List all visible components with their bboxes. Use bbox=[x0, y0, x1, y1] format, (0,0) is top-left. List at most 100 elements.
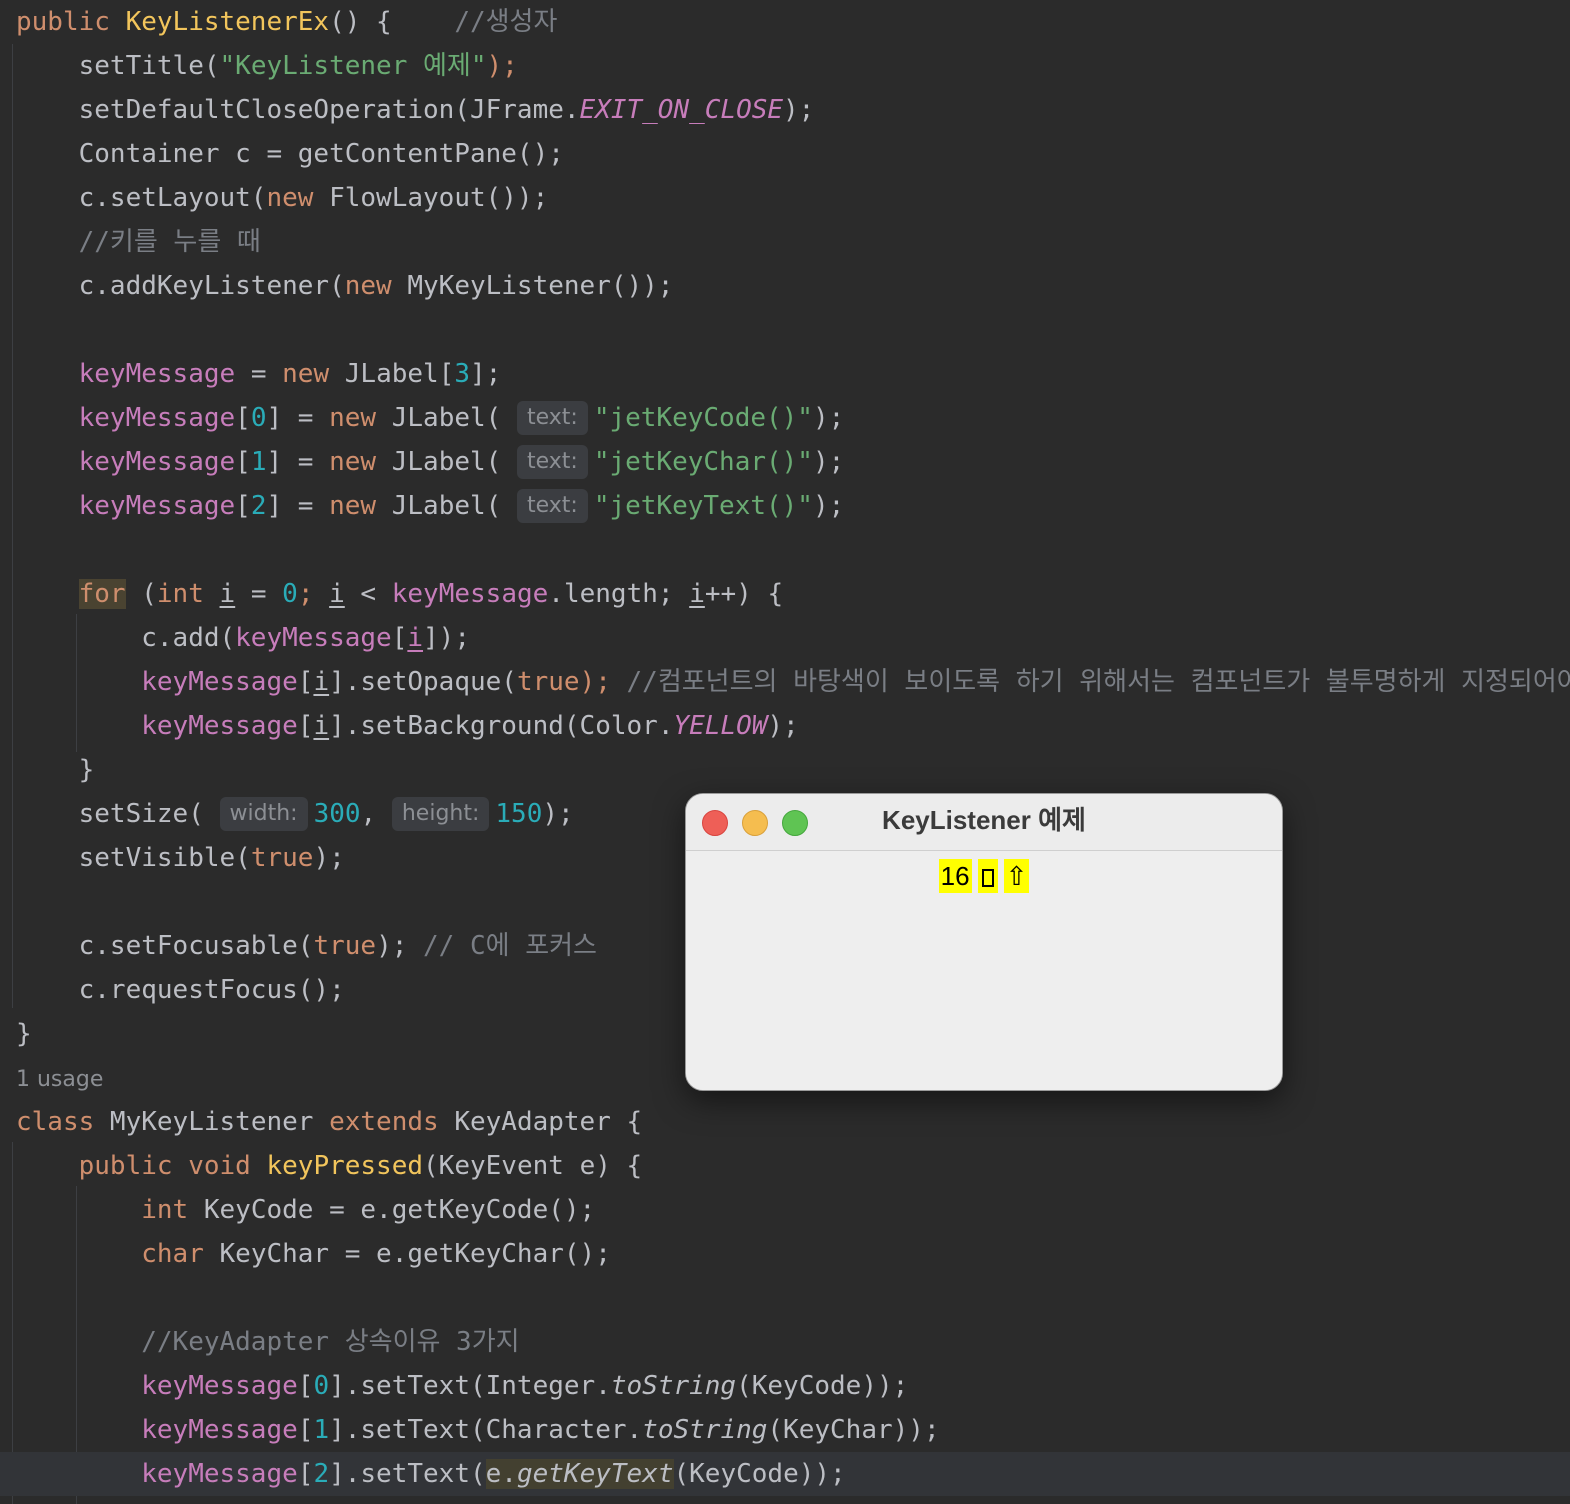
code-line[interactable]: public KeyListenerEx() { //생성자 bbox=[0, 0, 1570, 44]
code-line[interactable]: keyMessage[2] = new JLabel( text: "jetKey… bbox=[0, 484, 1570, 528]
code-text: c.add( bbox=[141, 623, 236, 653]
window-content-pane[interactable]: 16 ⇧ bbox=[686, 851, 1282, 1090]
code-text: setDefaultCloseOperation(JFrame. bbox=[78, 95, 580, 125]
number-literal: 0 bbox=[282, 579, 298, 609]
code-line[interactable]: } bbox=[0, 748, 1570, 792]
code-text: c.addKeyListener( bbox=[78, 271, 345, 301]
field-name: keyMessage bbox=[141, 1459, 298, 1489]
code-line[interactable]: for (int i = 0; i < keyMessage.length; i… bbox=[0, 572, 1570, 616]
code-text: ); bbox=[812, 447, 845, 477]
code-line[interactable]: keyMessage[0] = new JLabel( text: "jetKey… bbox=[0, 396, 1570, 440]
keyword: true bbox=[313, 931, 377, 961]
code-line[interactable]: c.add(keyMessage[i]); bbox=[0, 616, 1570, 660]
code-text: ].setBackground(Color. bbox=[329, 711, 674, 741]
method-name: keyPressed bbox=[266, 1151, 424, 1181]
code-text: () { bbox=[329, 7, 455, 37]
code-line[interactable]: keyMessage = new JLabel[3]; bbox=[0, 352, 1570, 396]
code-text: JLabel[ bbox=[329, 359, 455, 389]
code-text: ] = bbox=[266, 491, 330, 521]
comment: //KeyAdapter 상속이유 3가지 bbox=[141, 1327, 520, 1357]
number-literal: 2 bbox=[250, 491, 267, 521]
code-line[interactable]: Container c = getContentPane(); bbox=[0, 132, 1570, 176]
code-text: ); bbox=[783, 95, 815, 125]
method-call: toString bbox=[642, 1415, 768, 1445]
keylistener-window[interactable]: KeyListener 예제 16 ⇧ bbox=[685, 793, 1283, 1091]
code-text: c.requestFocus(); bbox=[78, 975, 345, 1005]
field-name: keyMessage bbox=[78, 403, 236, 433]
window-titlebar[interactable]: KeyListener 예제 bbox=[686, 794, 1282, 851]
code-line[interactable]: c.addKeyListener(new MyKeyListener()); bbox=[0, 264, 1570, 308]
keyword: new bbox=[282, 359, 330, 389]
code-line[interactable]: keyMessage[1] = new JLabel( text: "jetKey… bbox=[0, 440, 1570, 484]
string-literal: "jetKeyChar()" bbox=[593, 447, 813, 477]
field-name: keyMessage bbox=[78, 491, 236, 521]
code-line[interactable]: setTitle("KeyListener 예제"); bbox=[0, 44, 1570, 88]
usage-hint[interactable]: 1 usage bbox=[16, 1067, 103, 1092]
code-text: [ bbox=[297, 711, 314, 741]
code-text: c.setLayout( bbox=[78, 183, 267, 213]
code-line[interactable]: keyMessage[1].setText(Character.toString… bbox=[0, 1408, 1570, 1452]
number-literal: 1 bbox=[313, 1415, 330, 1445]
code-text: [ bbox=[297, 1415, 314, 1445]
code-text: ); bbox=[812, 491, 845, 521]
constructor-name: KeyListenerEx bbox=[125, 7, 330, 37]
code-text: ] = bbox=[266, 403, 330, 433]
keyword: extends bbox=[329, 1107, 439, 1137]
code-text: MyKeyListener bbox=[94, 1107, 330, 1137]
code-text: ); bbox=[313, 843, 345, 873]
loop-variable: i bbox=[689, 579, 705, 609]
code-text: ++) { bbox=[704, 579, 784, 609]
keyword: int bbox=[141, 1195, 189, 1225]
code-text: ); bbox=[486, 51, 518, 81]
code-text: JLabel( bbox=[376, 491, 517, 521]
code-line[interactable]: keyMessage[i].setBackground(Color.YELLOW… bbox=[0, 704, 1570, 748]
code-line-current[interactable]: keyMessage[2].setText(e.getKeyText(KeyCo… bbox=[0, 1452, 1570, 1496]
loop-variable: i bbox=[329, 579, 345, 609]
field-name: keyMessage bbox=[78, 359, 236, 389]
string-literal: "jetKeyText()" bbox=[593, 491, 813, 521]
code-line[interactable]: //KeyAdapter 상속이유 3가지 bbox=[0, 1320, 1570, 1364]
code-text: [ bbox=[297, 667, 314, 697]
code-text: ]; bbox=[470, 359, 502, 389]
code-text: ( bbox=[125, 579, 157, 609]
code-line[interactable]: public void keyPressed(KeyEvent e) { bbox=[0, 1144, 1570, 1188]
field-name: keyMessage bbox=[141, 1415, 298, 1445]
field-name: keyMessage bbox=[391, 579, 549, 609]
code-line[interactable]: keyMessage[i].setOpaque(true); //컴포넌트의 바… bbox=[0, 660, 1570, 704]
number-literal: 300 bbox=[313, 799, 361, 829]
comment: //컴포넌트의 바탕색이 보이도록 하기 위해서는 컴포넌트가 불투명하게 지정… bbox=[626, 667, 1570, 697]
key-labels: 16 ⇧ bbox=[686, 859, 1282, 893]
code-line[interactable]: keyMessage[0].setText(Integer.toString(K… bbox=[0, 1364, 1570, 1408]
field-name: keyMessage bbox=[141, 1371, 298, 1401]
code-text: ].setText(Integer. bbox=[329, 1371, 611, 1401]
code-text: FlowLayout()); bbox=[313, 183, 549, 213]
code-line[interactable]: //키를 누를 때 bbox=[0, 220, 1570, 264]
keyword: for bbox=[78, 579, 126, 609]
code-line[interactable]: int KeyCode = e.getKeyCode(); bbox=[0, 1188, 1570, 1232]
constant: YELLOW bbox=[673, 711, 768, 741]
missing-glyph-icon bbox=[981, 869, 994, 887]
keyword: new bbox=[329, 447, 377, 477]
code-text: setSize( bbox=[78, 799, 220, 829]
code-line[interactable]: class MyKeyListener extends KeyAdapter { bbox=[0, 1100, 1570, 1144]
code-text: = bbox=[235, 359, 283, 389]
window-title: KeyListener 예제 bbox=[882, 805, 1086, 835]
code-line[interactable]: c.setLayout(new FlowLayout()); bbox=[0, 176, 1570, 220]
number-literal: 0 bbox=[313, 1371, 330, 1401]
number-literal: 3 bbox=[454, 359, 470, 389]
code-line[interactable]: setDefaultCloseOperation(JFrame.EXIT_ON_… bbox=[0, 88, 1570, 132]
code-line[interactable]: char KeyChar = e.getKeyChar(); bbox=[0, 1232, 1570, 1276]
code-text: ]); bbox=[423, 623, 470, 653]
keyword: void bbox=[188, 1151, 251, 1181]
code-text: ; bbox=[297, 579, 330, 609]
loop-variable: i bbox=[407, 623, 424, 653]
code-text: ); bbox=[812, 403, 845, 433]
keyword: public bbox=[16, 7, 126, 37]
code-text: e. bbox=[485, 1459, 517, 1489]
field-name: keyMessage bbox=[78, 447, 236, 477]
keyword: true bbox=[516, 667, 580, 697]
highlighted-expression: e.getKeyText bbox=[485, 1459, 674, 1489]
comment: // C에 포커스 bbox=[423, 931, 597, 961]
code-editor[interactable]: public KeyListenerEx() { //생성자 setTitle(… bbox=[0, 0, 1570, 1504]
code-text: [ bbox=[235, 491, 251, 521]
